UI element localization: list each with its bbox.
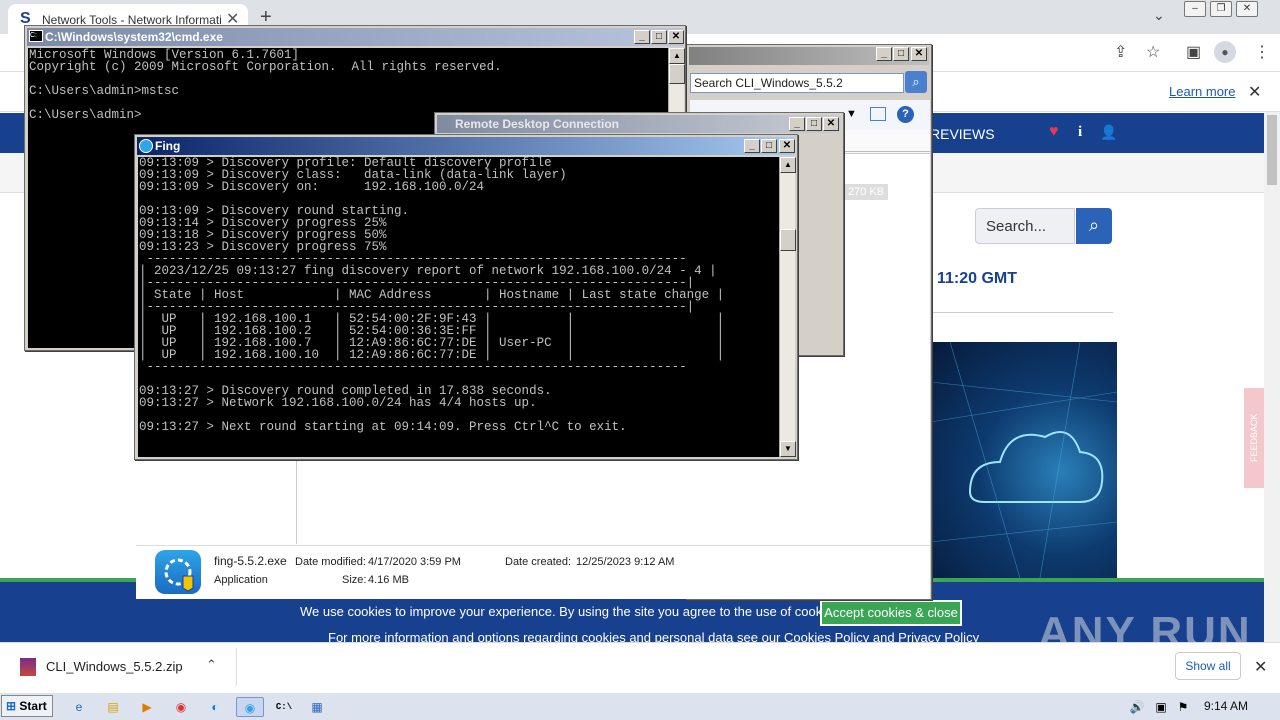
size-value: 4.16 MB (368, 574, 409, 586)
cmd-close-button[interactable]: ✕ (668, 30, 684, 44)
date-created-label: Date created: (505, 556, 572, 568)
size-badge: 270 KB (844, 184, 889, 200)
learn-more-link[interactable]: Learn more (1169, 84, 1235, 99)
side-panel-icon[interactable]: ▣ (1186, 42, 1201, 62)
chrome-icon[interactable]: ◉ (170, 697, 192, 717)
cloud-network-image (930, 342, 1117, 578)
explorer-close-button[interactable]: ✕ (911, 47, 927, 61)
media-player-icon[interactable]: ▶ (136, 697, 158, 717)
cmd-title: C:\Windows\system32\cmd.exe (45, 30, 223, 44)
cookie-message: We use cookies to improve your experienc… (300, 604, 843, 619)
views-dropdown-icon[interactable]: ▼ (846, 108, 857, 120)
more-menu-icon[interactable]: ⋮ (1254, 42, 1270, 62)
explorer-search-icon[interactable]: ⌕ (905, 71, 927, 93)
download-item-name[interactable]: CLI_Windows_5.5.2.zip (46, 659, 183, 674)
page-scrollbar[interactable] (1264, 112, 1280, 642)
cmd-titlebar: C:\Windows\system32\cmd.exe (27, 28, 683, 46)
fing-console-output[interactable]: 09:13:09 > Discovery profile: Default di… (138, 157, 779, 457)
rdc-close-button[interactable]: ✕ (823, 117, 839, 131)
rdc-titlebar: Remote Desktop Connection (437, 115, 841, 133)
fing-scroll-up-icon[interactable]: ▲ (780, 157, 796, 173)
explorer-minimize-button[interactable]: _ (876, 47, 892, 61)
fing-title: Fing (155, 139, 181, 153)
date-modified-value: 4/17/2020 3:59 PM (368, 556, 461, 568)
show-all-button[interactable]: Show all (1175, 652, 1241, 680)
accept-cookies-button[interactable]: Accept cookies & close (820, 600, 962, 626)
date-created-value: 12/25/2023 9:12 AM (576, 556, 675, 568)
zip-file-icon (20, 658, 36, 676)
cmd-taskbar-icon[interactable]: C:\ (270, 697, 298, 717)
browser-restore-button[interactable]: ❐ (1210, 1, 1232, 17)
fing-window: Fing _ □ ✕ 09:13:09 > Discovery profile:… (134, 134, 798, 460)
info-icon[interactable]: i (1078, 124, 1082, 141)
profile-avatar[interactable]: ● (1214, 41, 1236, 63)
heart-icon[interactable]: ♥ (1049, 123, 1059, 141)
fing-close-button[interactable]: ✕ (779, 139, 795, 153)
edge-icon[interactable]: ◐ (204, 697, 226, 717)
fing-minimize-button[interactable]: _ (744, 139, 760, 153)
start-button[interactable]: ⊞ Start (1, 695, 53, 717)
cmd-scroll-up-icon[interactable]: ▲ (669, 48, 685, 64)
fing-maximize-button[interactable]: □ (761, 139, 777, 153)
cmd-minimize-button[interactable]: _ (634, 30, 650, 44)
cmd-maximize-button[interactable]: □ (651, 30, 667, 44)
page-scrollbar-thumb[interactable] (1267, 115, 1277, 185)
bookmark-star-icon[interactable]: ☆ (1146, 42, 1160, 62)
cloud-icon (930, 342, 1117, 578)
fing-scrollbar[interactable]: ▲ ▼ (779, 157, 796, 457)
size-label: Size: (342, 574, 367, 586)
remote-desktop-taskbar-icon[interactable]: ▦ (306, 697, 328, 717)
action-center-flag-icon[interactable]: ⚑ (1172, 697, 1194, 717)
site-search-input[interactable]: Search... (975, 208, 1075, 244)
volume-icon[interactable]: 🔊 (1126, 697, 1148, 717)
fing-titlebar: Fing (137, 137, 795, 155)
rdc-title: Remote Desktop Connection (455, 117, 620, 131)
explorer-search-field[interactable]: Search CLI_Windows_5.5.2 (690, 73, 904, 93)
infobar-close-icon[interactable]: ✕ (1248, 82, 1261, 102)
date-modified-label: Date modified: (295, 556, 366, 568)
download-bar (0, 642, 1280, 692)
cmd-scroll-thumb[interactable] (669, 64, 685, 84)
site-time-text: 11:20 GMT (937, 270, 1018, 287)
divider (930, 312, 1113, 313)
browser-minimize-button[interactable]: – (1184, 1, 1206, 17)
user-icon[interactable]: 👤 (1100, 124, 1117, 141)
file-name: fing-5.5.2.exe (214, 554, 287, 568)
nav-reviews-link[interactable]: REVIEWS (930, 126, 995, 142)
ie-icon[interactable]: e (68, 697, 90, 717)
start-label: Start (19, 699, 47, 713)
search-icon: ⌕ (1088, 215, 1100, 235)
windows-logo-icon: ⊞ (6, 699, 17, 713)
help-icon[interactable]: ? (897, 106, 914, 123)
download-bar-close-icon[interactable]: ✕ (1254, 657, 1267, 677)
taskbar-clock[interactable]: 9:14 AM (1204, 699, 1248, 713)
folder-icon[interactable]: ▤ (102, 697, 124, 717)
download-options-chevron-icon[interactable]: ⌃ (206, 657, 217, 673)
tab-search-chevron-icon[interactable]: ⌄ (1153, 7, 1165, 24)
rdc-maximize-button[interactable]: □ (806, 117, 822, 131)
preview-pane-icon[interactable] (870, 107, 886, 121)
file-type: Application (214, 574, 268, 586)
feedback-tab[interactable]: FEEDBACK (1244, 388, 1264, 488)
rdc-minimize-button[interactable]: _ (789, 117, 805, 131)
share-icon[interactable]: ⇪ (1114, 42, 1127, 62)
site-search-button[interactable]: ⌕ (1076, 208, 1112, 244)
fing-scroll-down-icon[interactable]: ▼ (780, 441, 796, 457)
cmd-icon: C: (29, 30, 43, 42)
download-divider (236, 648, 237, 686)
fing-taskbar-icon[interactable]: ◉ (236, 697, 264, 717)
fing-scroll-thumb[interactable] (780, 229, 796, 251)
fing-window-icon (139, 139, 153, 153)
network-icon[interactable]: ▣ (1150, 697, 1172, 717)
explorer-maximize-button[interactable]: □ (893, 47, 909, 61)
browser-close-button[interactable]: ✕ (1236, 1, 1258, 17)
taskbar (0, 692, 1280, 720)
fing-app-icon (155, 550, 201, 594)
